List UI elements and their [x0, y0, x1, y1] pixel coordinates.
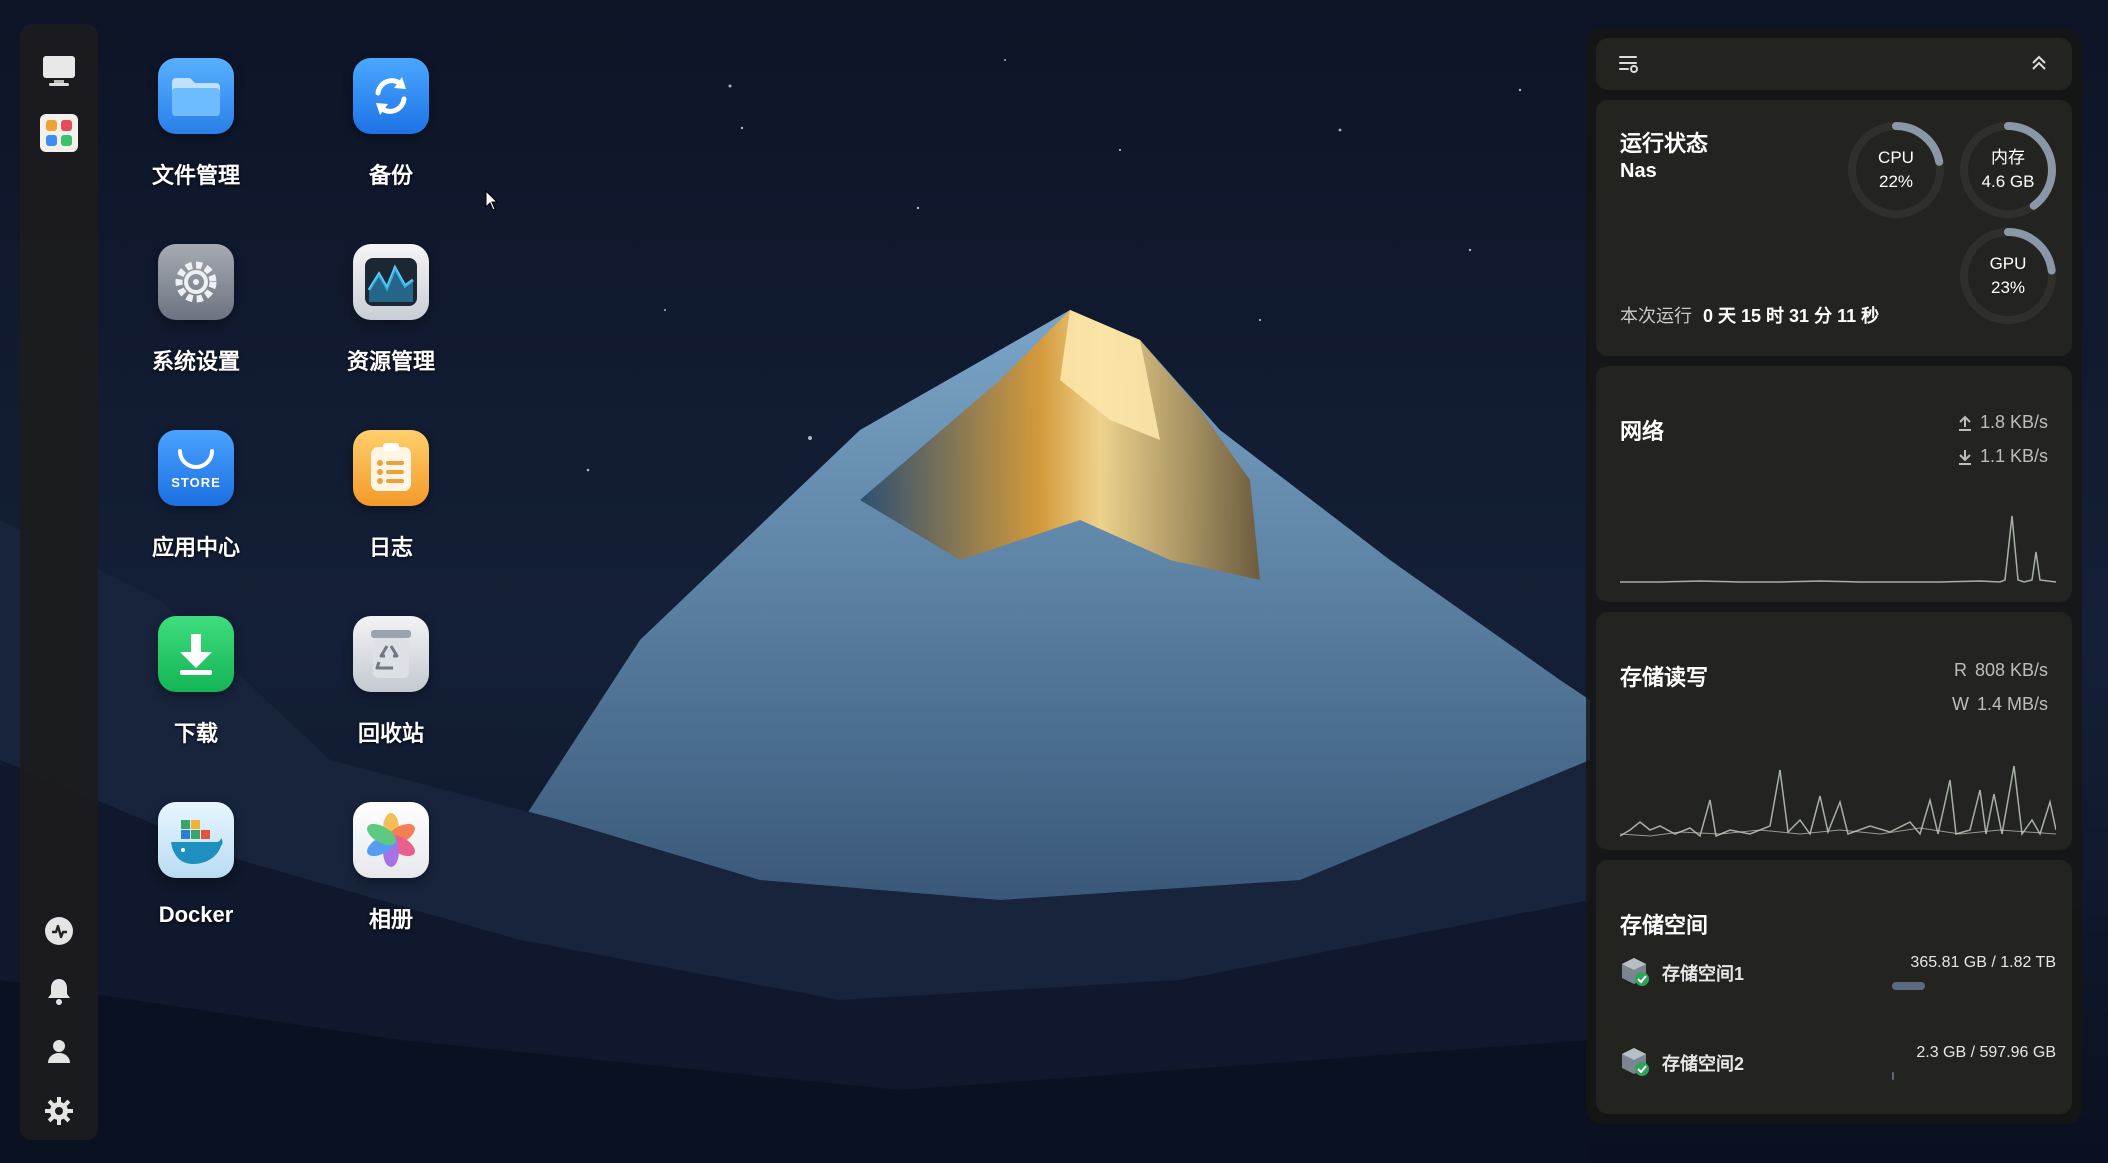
- bell-icon[interactable]: [40, 972, 78, 1010]
- app-label: 日志: [368, 535, 413, 560]
- gpu-gauge: GPU 23%: [1958, 226, 2058, 326]
- app-label: 下载: [173, 721, 218, 746]
- write-label: W: [1951, 694, 1969, 714]
- widget-panel: 运行状态 Nas CPU 22% 内存 4.6 GB GPU 23% 本次运行: [1586, 28, 2082, 1124]
- app-label: 文件管理: [151, 163, 240, 188]
- disk-io-graph: [1620, 765, 2056, 838]
- app-label: 相册: [368, 907, 413, 932]
- disk-volume-icon: [1622, 1048, 1649, 1076]
- uptime: 本次运行 0 天 15 时 31 分 11 秒: [1620, 302, 1879, 328]
- app-backup[interactable]: 备份: [311, 58, 471, 190]
- backup-sync-icon: [353, 58, 429, 134]
- recycle-bin-icon: [353, 616, 429, 692]
- disk-write: W 1.4 MB/s: [1952, 694, 2048, 715]
- download-rate: 1.1 KB/s: [1958, 446, 2048, 467]
- network-card: 网络 1.8 KB/s 1.1 KB/s: [1596, 366, 2072, 602]
- upload-arrow-icon: [1958, 415, 1971, 431]
- volume-usage-bar: [1892, 982, 1925, 990]
- volume-name: 存储空间2: [1662, 1054, 1745, 1074]
- memory-gauge: 内存 4.6 GB: [1958, 120, 2058, 220]
- app-recycle-bin[interactable]: 回收站: [311, 616, 471, 748]
- disk-volume-icon: [1622, 958, 1649, 986]
- read-label: R: [1953, 660, 1967, 680]
- left-dock: [20, 24, 98, 1140]
- storage-card: 存储空间 存储空间1 365.81 GB / 1.82 TB 存储空间2 2.3…: [1596, 860, 2072, 1114]
- cpu-label: CPU: [1878, 148, 1914, 167]
- app-photos[interactable]: 相册: [311, 802, 471, 934]
- cpu-gauge: CPU 22%: [1846, 120, 1946, 220]
- gear-icon[interactable]: [40, 1092, 78, 1130]
- disk-read: R 808 KB/s: [1954, 660, 2048, 681]
- app-label: 备份: [368, 163, 413, 188]
- app-label: 资源管理: [346, 349, 435, 374]
- volume-size: 2.3 GB / 597.96 GB: [1916, 1044, 2056, 1061]
- user-icon[interactable]: [40, 1032, 78, 1070]
- app-label: 系统设置: [151, 349, 240, 374]
- storage-volume-2[interactable]: 存储空间2 2.3 GB / 597.96 GB: [1620, 1044, 2056, 1094]
- volume-name: 存储空间1: [1662, 964, 1745, 984]
- storage-title: 存储空间: [1620, 913, 1709, 938]
- app-logs[interactable]: 日志: [311, 430, 471, 562]
- mouse-cursor-icon: [485, 190, 499, 211]
- download-value: 1.1 KB/s: [1979, 446, 2048, 466]
- disk-io-title: 存储读写: [1620, 665, 1709, 690]
- collapse-chevrons-icon[interactable]: [2030, 54, 2048, 72]
- settings-gear-icon: [158, 244, 234, 320]
- widget-header: [1596, 38, 2072, 90]
- gpu-label: GPU: [1989, 254, 2027, 273]
- store-badge: STORE: [171, 474, 221, 490]
- upload-value: 1.8 KB/s: [1979, 412, 2048, 432]
- upload-rate: 1.8 KB/s: [1958, 412, 2048, 433]
- network-title: 网络: [1620, 419, 1665, 444]
- app-system-settings[interactable]: 系统设置: [116, 244, 276, 376]
- photos-flower-icon: [353, 802, 429, 878]
- app-label: 应用中心: [151, 535, 240, 560]
- memory-value: 4.6 GB: [1981, 172, 2035, 191]
- activity-monitor-icon: [353, 244, 429, 320]
- download-arrow-icon: [1958, 449, 1971, 465]
- network-graph: [1620, 515, 2056, 583]
- status-card: 运行状态 Nas CPU 22% 内存 4.6 GB GPU 23% 本次运行: [1596, 100, 2072, 356]
- storage-volume-1[interactable]: 存储空间1 365.81 GB / 1.82 TB: [1620, 954, 2056, 1004]
- app-launcher-icon[interactable]: [40, 114, 78, 152]
- uptime-value: 0 天 15 时 31 分 11 秒: [1703, 306, 1880, 326]
- status-title: 运行状态: [1620, 131, 1709, 156]
- volume-size: 365.81 GB / 1.82 TB: [1910, 954, 2056, 971]
- status-icon[interactable]: [40, 912, 78, 950]
- write-value: 1.4 MB/s: [1976, 694, 2048, 714]
- folder-icon: [158, 58, 234, 134]
- app-label: Docker: [158, 902, 234, 927]
- app-docker[interactable]: Docker: [116, 802, 276, 928]
- gpu-value: 23%: [1990, 278, 2026, 297]
- app-resource-monitor[interactable]: 资源管理: [311, 244, 471, 376]
- docker-whale-icon: [158, 802, 234, 878]
- log-list-icon: [353, 430, 429, 506]
- app-label: 回收站: [357, 721, 424, 746]
- download-icon: [158, 616, 234, 692]
- widget-settings-icon[interactable]: [1618, 54, 1640, 74]
- cpu-value: 22%: [1878, 172, 1914, 191]
- uptime-label: 本次运行: [1620, 306, 1692, 326]
- store-bag-icon: STORE: [158, 430, 234, 506]
- host-name: Nas: [1620, 160, 1657, 182]
- app-store[interactable]: STORE 应用中心: [116, 430, 276, 562]
- desktop-icon[interactable]: [40, 52, 78, 90]
- volume-usage-bar: [1892, 1072, 1894, 1080]
- app-file-manager[interactable]: 文件管理: [116, 58, 276, 190]
- memory-label: 内存: [1991, 148, 2025, 167]
- disk-io-card: 存储读写 R 808 KB/s W 1.4 MB/s: [1596, 612, 2072, 850]
- read-value: 808 KB/s: [1974, 660, 2048, 680]
- app-download[interactable]: 下载: [116, 616, 276, 748]
